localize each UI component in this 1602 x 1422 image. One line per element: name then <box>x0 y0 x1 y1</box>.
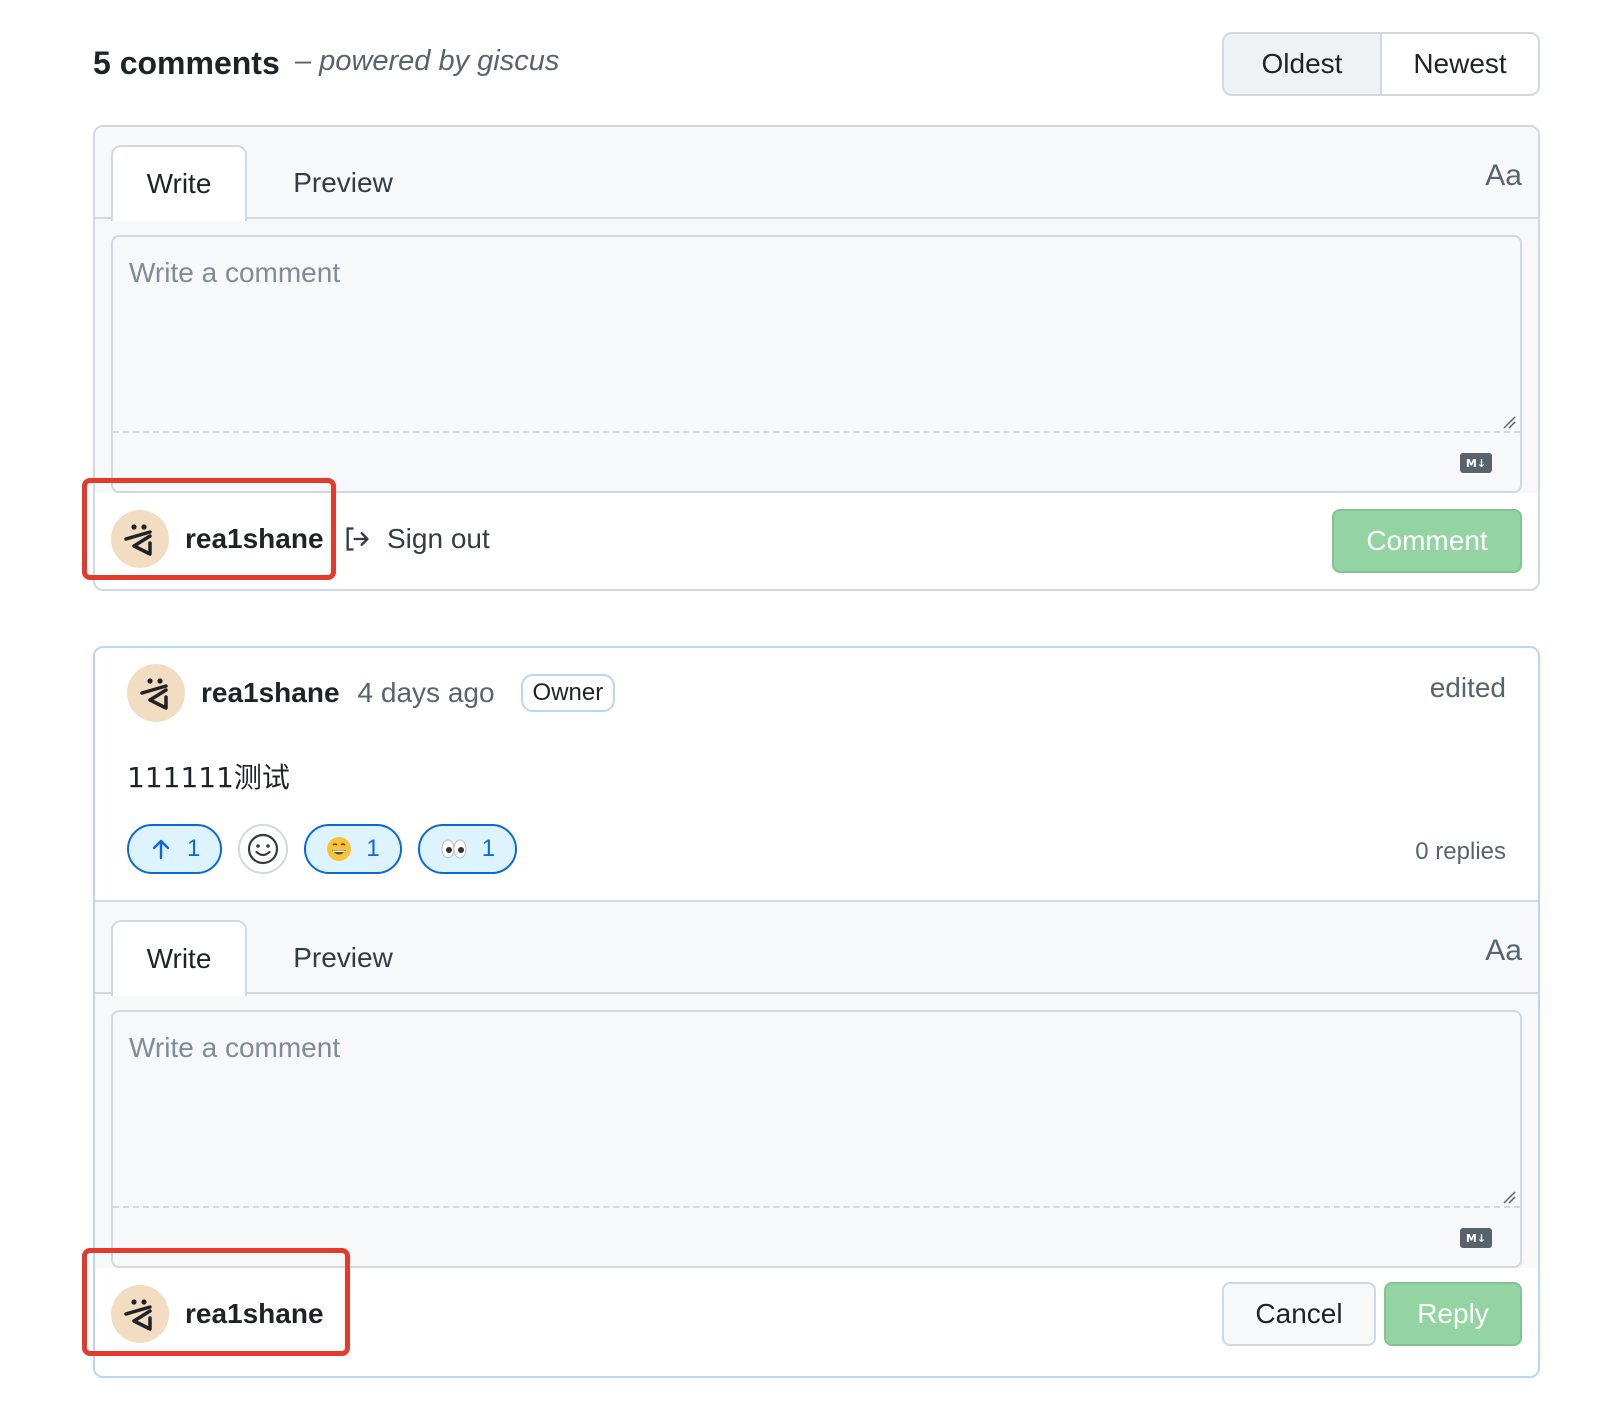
avatar-glyph-icon <box>124 524 152 556</box>
reaction-count: 1 <box>481 835 496 862</box>
sign-out-icon <box>346 527 369 551</box>
editor-tabs: Write Preview Aa <box>95 127 1538 221</box>
reaction-laugh-button[interactable]: 1 <box>304 824 402 874</box>
reply-editor: Write Preview Aa M↓ <box>95 900 1538 1362</box>
reaction-count: 1 <box>187 835 201 862</box>
sort-oldest-button[interactable]: Oldest <box>1224 34 1382 94</box>
markdown-icon: M↓ <box>1460 1228 1492 1248</box>
edited-indicator[interactable]: edited <box>1430 672 1506 704</box>
resize-grip-icon[interactable] <box>1502 1190 1516 1204</box>
comment-body: 111111测试 <box>127 761 290 794</box>
main-comment-editor: Write Preview Aa M↓ rea1shane <box>93 125 1540 591</box>
current-user: rea1shane <box>111 510 324 568</box>
comment-header: rea1shane 4 days ago Owner <box>127 664 616 722</box>
comment-author[interactable]: rea1shane <box>201 677 340 709</box>
current-username[interactable]: rea1shane <box>185 523 324 555</box>
avatar-glyph-icon <box>124 1299 152 1331</box>
comment-textarea-wrapper: M↓ <box>111 235 1522 493</box>
reaction-count: 1 <box>366 835 380 862</box>
tab-write[interactable]: Write <box>111 920 247 996</box>
editor-body: M↓ <box>95 994 1538 1268</box>
tab-write[interactable]: Write <box>111 145 247 221</box>
add-reaction-button[interactable] <box>238 824 289 874</box>
editor-footer: rea1shane Sign out Comment <box>95 493 1538 589</box>
comment-submit-button[interactable]: Comment <box>1332 509 1522 573</box>
sort-newest-button[interactable]: Newest <box>1382 34 1538 94</box>
comments-count: 5 comments <box>93 45 280 81</box>
smiley-icon <box>248 833 279 865</box>
reply-textarea[interactable] <box>113 1012 1520 1208</box>
resize-grip-icon[interactable] <box>1502 415 1516 429</box>
sign-out-label: Sign out <box>387 523 490 554</box>
markdown-icon: M↓ <box>1460 453 1492 473</box>
comment-card: rea1shane 4 days ago Owner edited 111111… <box>93 646 1540 1378</box>
arrow-up-icon <box>152 839 170 860</box>
eyes-emoji-icon <box>441 839 467 859</box>
reaction-upvote-button[interactable]: 1 <box>127 824 223 874</box>
reply-submit-button[interactable]: Reply <box>1384 1282 1522 1346</box>
avatar[interactable] <box>111 1285 169 1343</box>
font-toggle-button[interactable]: Aa <box>1485 159 1522 193</box>
reaction-eyes-button[interactable]: 1 <box>417 824 518 874</box>
current-user: rea1shane <box>111 1285 324 1343</box>
author-avatar[interactable] <box>127 664 185 722</box>
avatar[interactable] <box>111 510 169 568</box>
tab-preview[interactable]: Preview <box>263 920 423 996</box>
font-toggle-button[interactable]: Aa <box>1485 934 1522 968</box>
replies-count: 0 replies <box>1415 838 1506 865</box>
reply-textarea-wrapper: M↓ <box>111 1010 1522 1268</box>
editor-tabs: Write Preview Aa <box>95 902 1538 996</box>
cancel-button[interactable]: Cancel <box>1222 1282 1376 1346</box>
comment-textarea[interactable] <box>113 237 1520 433</box>
comment-timestamp[interactable]: 4 days ago <box>358 677 495 709</box>
reactions-bar: 1 1 1 <box>127 824 518 874</box>
powered-by-label: – powered by giscus <box>295 45 560 77</box>
sort-toggle-group: Oldest Newest <box>1222 32 1540 96</box>
current-username[interactable]: rea1shane <box>185 1298 324 1330</box>
grinning-emoji-icon <box>327 837 352 861</box>
sign-out-link[interactable]: Sign out <box>343 523 490 555</box>
owner-badge: Owner <box>520 674 616 712</box>
comments-header: 5 comments – powered by giscus Oldest Ne… <box>93 30 1540 96</box>
editor-footer: rea1shane Cancel Reply <box>95 1268 1538 1362</box>
editor-body: M↓ <box>95 219 1538 493</box>
avatar-glyph-icon <box>140 678 168 710</box>
tab-preview[interactable]: Preview <box>263 145 423 221</box>
